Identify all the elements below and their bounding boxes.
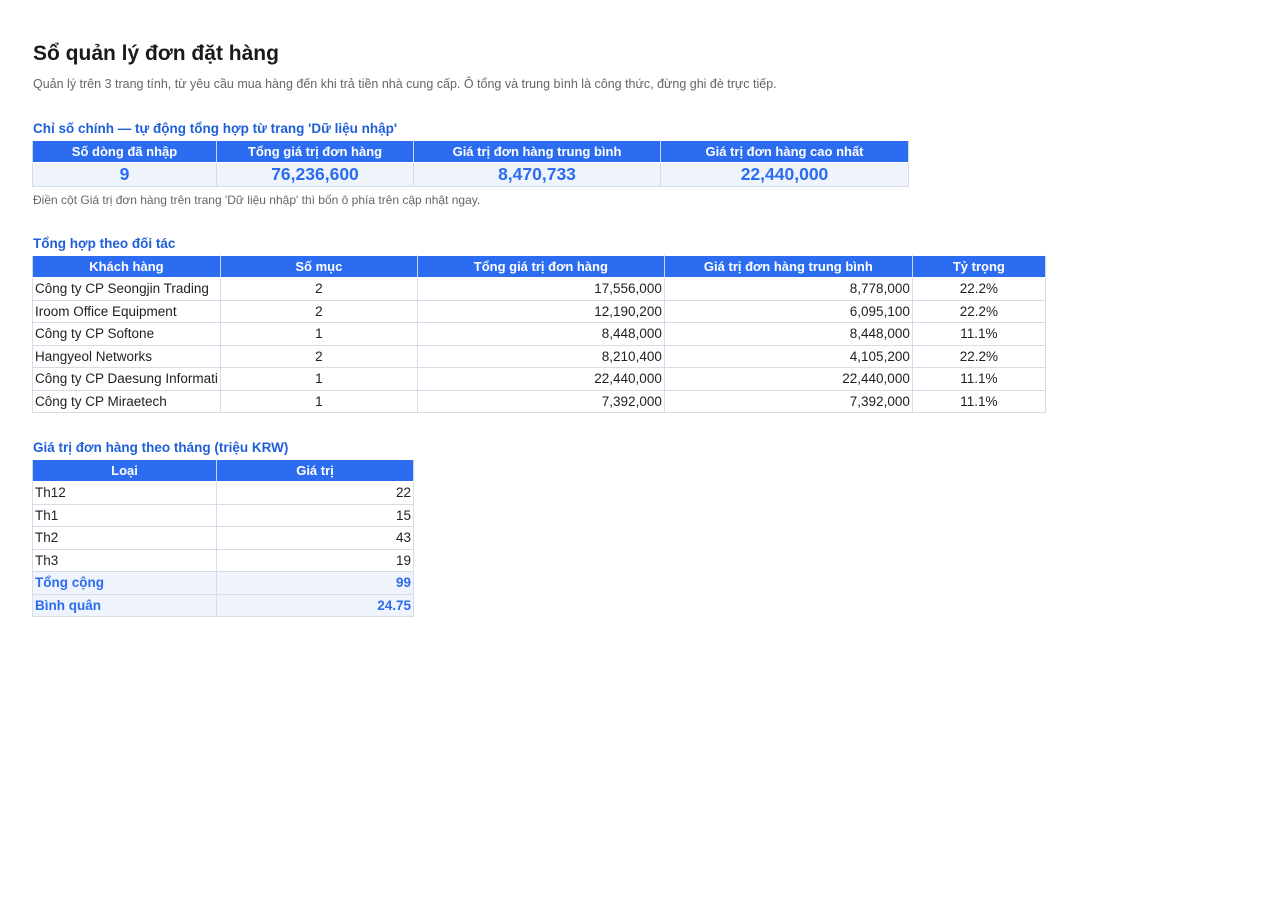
table-row: Th2 43 [32, 526, 414, 550]
average-value-cell[interactable]: 6,095,100 [663, 299, 913, 323]
kpi-header-row: Số dòng đã nhập Tổng giá trị đơn hàng Gi… [32, 140, 909, 163]
share-cell[interactable]: 22.2% [911, 277, 1046, 301]
table-row: Công ty CP Miraetech 1 7,392,000 7,392,0… [32, 389, 1046, 413]
partner-name-cell[interactable]: Công ty CP Softone [32, 322, 221, 346]
table-row: Iroom Office Equipment 2 12,190,200 6,09… [32, 299, 1046, 323]
partners-header-cell[interactable]: Tổng giá trị đơn hàng [416, 255, 665, 278]
table-row: Công ty CP Softone 1 8,448,000 8,448,000… [32, 322, 1046, 346]
partners-header-cell[interactable]: Tỷ trọng [911, 255, 1046, 278]
item-count-cell[interactable]: 2 [219, 299, 418, 323]
partner-name-cell[interactable]: Công ty CP Daesung Informati [32, 367, 221, 391]
page-title: Sổ quản lý đơn đặt hàng [33, 42, 279, 65]
monthly-table: Loại Giá trị Th12 22 Th1 15 Th2 43 Th3 1… [32, 459, 414, 617]
item-count-cell[interactable]: 1 [219, 367, 418, 391]
partner-name-cell[interactable]: Công ty CP Seongjin Trading [32, 277, 221, 301]
monthly-header-cell[interactable]: Loại [32, 459, 217, 482]
share-cell[interactable]: 11.1% [911, 322, 1046, 346]
month-label-cell[interactable]: Th1 [32, 503, 217, 527]
share-cell[interactable]: 11.1% [911, 389, 1046, 413]
table-row: Hangyeol Networks 2 8,210,400 4,105,200 … [32, 344, 1046, 368]
table-row: Th12 22 [32, 481, 414, 505]
table-row: Th3 19 [32, 548, 414, 572]
kpi-header-cell[interactable]: Số dòng đã nhập [32, 140, 217, 163]
month-label-cell[interactable]: Th2 [32, 526, 217, 550]
kpi-header-cell[interactable]: Giá trị đơn hàng cao nhất [660, 140, 909, 163]
average-label-cell[interactable]: Bình quân [32, 593, 217, 617]
partners-section-title: Tổng hợp theo đối tác [33, 236, 176, 251]
kpi-value-row: 9 76,236,600 8,470,733 22,440,000 [32, 162, 909, 187]
total-value-cell[interactable]: 99 [216, 571, 414, 595]
kpi-header-cell[interactable]: Giá trị đơn hàng trung bình [413, 140, 661, 163]
average-value-cell[interactable]: 7,392,000 [663, 389, 913, 413]
average-value-cell[interactable]: 8,778,000 [663, 277, 913, 301]
kpi-note: Điền cột Giá trị đơn hàng trên trang 'Dữ… [33, 193, 481, 207]
kpi-average-value-cell[interactable]: 8,470,733 [413, 162, 661, 187]
average-row: Bình quân 24.75 [32, 593, 414, 617]
total-label-cell[interactable]: Tổng cộng [32, 571, 217, 595]
total-value-cell[interactable]: 7,392,000 [416, 389, 665, 413]
item-count-cell[interactable]: 2 [219, 344, 418, 368]
partners-table: Khách hàng Số mục Tổng giá trị đơn hàng … [32, 255, 1046, 413]
monthly-section-title: Giá trị đơn hàng theo tháng (triệu KRW) [33, 440, 289, 455]
partner-name-cell[interactable]: Công ty CP Miraetech [32, 389, 221, 413]
item-count-cell[interactable]: 2 [219, 277, 418, 301]
kpi-section-title: Chỉ số chính — tự động tổng hợp từ trang… [33, 121, 398, 136]
partners-header-cell[interactable]: Số mục [219, 255, 418, 278]
total-value-cell[interactable]: 8,210,400 [416, 344, 665, 368]
share-cell[interactable]: 11.1% [911, 367, 1046, 391]
average-value-cell[interactable]: 24.75 [216, 593, 414, 617]
month-value-cell[interactable]: 22 [216, 481, 414, 505]
table-row: Th1 15 [32, 503, 414, 527]
month-label-cell[interactable]: Th12 [32, 481, 217, 505]
total-value-cell[interactable]: 22,440,000 [416, 367, 665, 391]
share-cell[interactable]: 22.2% [911, 299, 1046, 323]
kpi-table: Số dòng đã nhập Tổng giá trị đơn hàng Gi… [32, 140, 909, 187]
item-count-cell[interactable]: 1 [219, 322, 418, 346]
total-row: Tổng cộng 99 [32, 571, 414, 595]
item-count-cell[interactable]: 1 [219, 389, 418, 413]
month-label-cell[interactable]: Th3 [32, 548, 217, 572]
partner-name-cell[interactable]: Hangyeol Networks [32, 344, 221, 368]
kpi-total-value-cell[interactable]: 76,236,600 [216, 162, 414, 187]
total-value-cell[interactable]: 8,448,000 [416, 322, 665, 346]
monthly-header-row: Loại Giá trị [32, 459, 414, 482]
month-value-cell[interactable]: 43 [216, 526, 414, 550]
kpi-row-count-cell[interactable]: 9 [32, 162, 217, 187]
monthly-header-cell[interactable]: Giá trị [216, 459, 414, 482]
total-value-cell[interactable]: 17,556,000 [416, 277, 665, 301]
partners-header-row: Khách hàng Số mục Tổng giá trị đơn hàng … [32, 255, 1046, 278]
kpi-header-cell[interactable]: Tổng giá trị đơn hàng [216, 140, 414, 163]
share-cell[interactable]: 22.2% [911, 344, 1046, 368]
table-row: Công ty CP Daesung Informati 1 22,440,00… [32, 367, 1046, 391]
page-subtitle: Quản lý trên 3 trang tính, từ yêu cầu mu… [33, 77, 777, 91]
partner-name-cell[interactable]: Iroom Office Equipment [32, 299, 221, 323]
month-value-cell[interactable]: 15 [216, 503, 414, 527]
partners-header-cell[interactable]: Khách hàng [32, 255, 221, 278]
kpi-max-value-cell[interactable]: 22,440,000 [660, 162, 909, 187]
average-value-cell[interactable]: 8,448,000 [663, 322, 913, 346]
partners-header-cell[interactable]: Giá trị đơn hàng trung bình [663, 255, 913, 278]
total-value-cell[interactable]: 12,190,200 [416, 299, 665, 323]
table-row: Công ty CP Seongjin Trading 2 17,556,000… [32, 277, 1046, 301]
average-value-cell[interactable]: 4,105,200 [663, 344, 913, 368]
month-value-cell[interactable]: 19 [216, 548, 414, 572]
average-value-cell[interactable]: 22,440,000 [663, 367, 913, 391]
